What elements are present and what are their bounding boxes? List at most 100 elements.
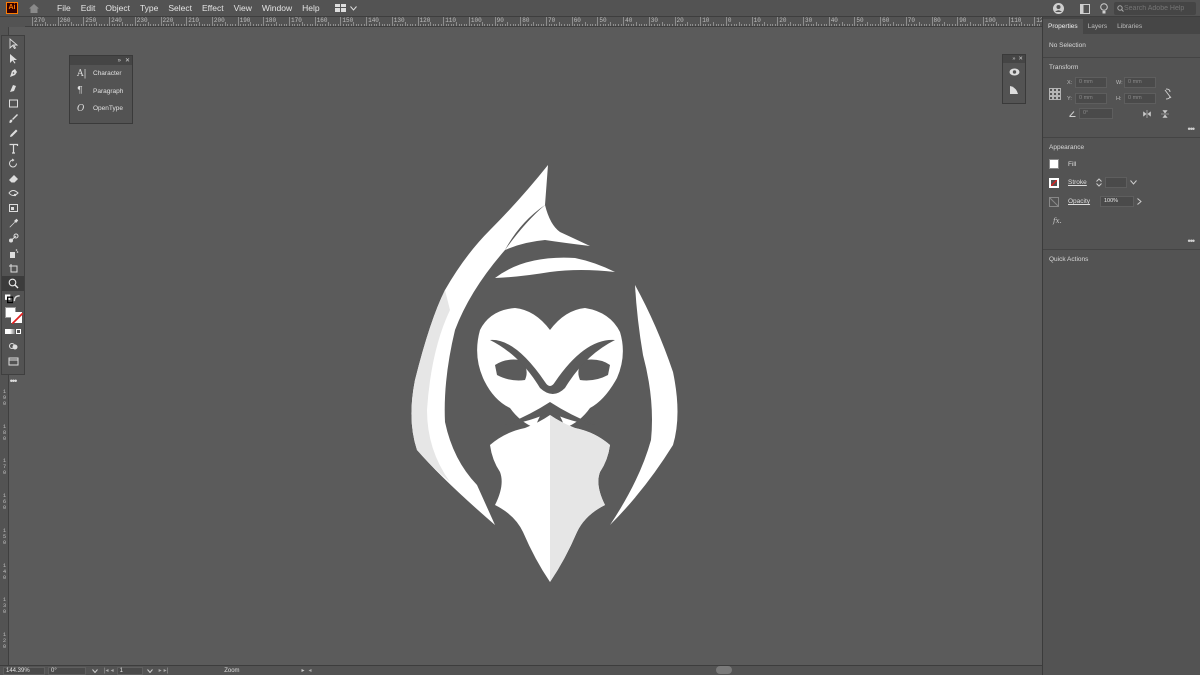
gradient-panel-button[interactable]	[1003, 81, 1025, 99]
reference-point-icon[interactable]	[1049, 87, 1061, 100]
ruler-tick	[327, 22, 329, 26]
status-menu-icon[interactable]: ▸	[302, 667, 305, 674]
scroll-thumb[interactable]	[716, 666, 732, 674]
default-colors-swap[interactable]	[2, 291, 24, 306]
angle-field[interactable]: 0°	[1079, 108, 1113, 119]
menu-effect[interactable]: Effect	[197, 0, 229, 17]
curvature-tool[interactable]	[2, 81, 24, 96]
tab-libraries[interactable]: Libraries	[1112, 19, 1147, 34]
character-panel-button[interactable]: A| Character	[70, 65, 132, 83]
stroke-weight-stepper-icon[interactable]	[1096, 178, 1102, 187]
chevron-down-icon[interactable]	[92, 668, 98, 673]
prev-artboard-icon[interactable]: ◂	[111, 667, 114, 674]
draw-mode[interactable]	[2, 339, 24, 354]
collapse-icon[interactable]: »	[1012, 56, 1015, 62]
stroke-swatch[interactable]	[1049, 177, 1059, 188]
image-trace-button[interactable]	[1003, 63, 1025, 81]
account-icon[interactable]	[1053, 3, 1064, 14]
chevron-down-icon[interactable]	[146, 668, 153, 673]
last-artboard-icon[interactable]: ▸|	[164, 667, 169, 674]
color-mode-buttons[interactable]	[2, 324, 24, 339]
blend-tool[interactable]	[2, 231, 24, 246]
panel-header[interactable]: » ✕	[70, 56, 132, 65]
panels-icon[interactable]	[1080, 3, 1090, 14]
ruler-tick	[386, 24, 388, 26]
direct-selection-tool[interactable]	[2, 51, 24, 66]
menu-window[interactable]: Window	[257, 0, 297, 17]
panel-header[interactable]: » ✕	[1003, 55, 1025, 63]
zoom-field[interactable]: 144.39%	[3, 666, 45, 675]
ruler-tick-label: 80	[522, 17, 530, 24]
tab-layers[interactable]: Layers	[1083, 19, 1113, 34]
tab-properties[interactable]: Properties	[1043, 19, 1083, 34]
rotate-tool[interactable]	[2, 156, 24, 171]
fill-stroke-swatches[interactable]	[2, 306, 24, 324]
menu-file[interactable]: File	[52, 0, 76, 17]
search-box[interactable]	[1114, 2, 1196, 15]
gradient-mode-icon[interactable]	[10, 329, 16, 334]
puppet-warp-tool[interactable]	[2, 186, 24, 201]
next-artboard-icon[interactable]: ▸	[159, 667, 162, 674]
flip-vertical-icon[interactable]	[1161, 109, 1169, 118]
zoom-tool[interactable]	[2, 276, 24, 291]
close-icon[interactable]: ✕	[125, 57, 130, 64]
menu-help[interactable]: Help	[297, 0, 324, 17]
menu-edit[interactable]: Edit	[76, 0, 101, 17]
flip-horizontal-icon[interactable]	[1143, 109, 1151, 118]
artboard-field[interactable]: 1	[116, 666, 143, 675]
w-field[interactable]: 0 mm	[1124, 77, 1156, 88]
opentype-panel-button[interactable]: O OpenType	[70, 100, 132, 118]
fill-swatch[interactable]	[1049, 159, 1059, 169]
none-mode-icon[interactable]	[15, 329, 21, 334]
scroll-left-icon[interactable]: ◂	[309, 667, 312, 674]
stroke-weight-field[interactable]	[1105, 177, 1127, 188]
home-icon[interactable]	[26, 0, 42, 16]
ruler-tick	[283, 24, 285, 26]
hooded-wizard-artwork[interactable]	[405, 160, 685, 590]
eraser-tool[interactable]	[2, 171, 24, 186]
fx-button[interactable]: fx.	[1053, 217, 1062, 225]
horizontal-scrollbar[interactable]	[320, 666, 1040, 674]
menu-view[interactable]: View	[229, 0, 257, 17]
stroke-swatch[interactable]	[11, 312, 23, 324]
stroke-label[interactable]: Stroke	[1068, 179, 1096, 186]
color-mode-icon[interactable]	[5, 329, 11, 334]
chevron-right-icon[interactable]	[1137, 198, 1142, 205]
collapse-icon[interactable]: »	[118, 58, 121, 64]
h-field[interactable]: 0 mm	[1124, 93, 1156, 104]
type-tool[interactable]	[2, 141, 24, 156]
rotation-field[interactable]: 0°	[48, 666, 86, 675]
ruler-tick	[507, 22, 509, 26]
screen-mode[interactable]	[2, 354, 24, 369]
workspace-switcher[interactable]	[334, 4, 357, 12]
artboard-tool[interactable]	[2, 261, 24, 276]
y-field[interactable]: 0 mm	[1075, 93, 1107, 104]
more-options-button[interactable]: •••	[1188, 236, 1196, 246]
eyedropper-tool[interactable]	[2, 216, 24, 231]
chevron-down-icon[interactable]	[1130, 180, 1137, 185]
search-input[interactable]	[1124, 5, 1194, 12]
symbol-sprayer-tool[interactable]	[2, 246, 24, 261]
edit-toolbar-button[interactable]: •••	[2, 373, 24, 388]
horizontal-ruler[interactable]: 270 260 250 240 230 220 210 200 190 180 170 160 150 1…	[25, 17, 1042, 27]
menu-type[interactable]: Type	[135, 0, 163, 17]
x-field[interactable]: 0 mm	[1075, 77, 1107, 88]
more-options-button[interactable]: •••	[1188, 124, 1196, 134]
selection-tool[interactable]	[2, 36, 24, 51]
pen-tool[interactable]	[2, 66, 24, 81]
paintbrush-tool[interactable]	[2, 111, 24, 126]
free-transform-tool[interactable]	[2, 201, 24, 216]
constrain-link-icon[interactable]	[1164, 88, 1172, 100]
rectangle-tool[interactable]	[2, 96, 24, 111]
menu-select[interactable]: Select	[163, 0, 197, 17]
close-icon[interactable]: ✕	[1018, 56, 1023, 62]
opacity-field[interactable]: 100%	[1100, 196, 1134, 207]
shaper-tool[interactable]	[2, 126, 24, 141]
opacity-label[interactable]: Opacity	[1068, 198, 1100, 205]
first-artboard-icon[interactable]: |◂	[104, 667, 109, 674]
ruler-corner[interactable]	[0, 17, 25, 27]
lightbulb-icon[interactable]	[1100, 3, 1108, 14]
menu-object[interactable]: Object	[100, 0, 135, 17]
paragraph-panel-button[interactable]: ¶ Paragraph	[70, 83, 132, 101]
ruler-tick	[810, 24, 812, 26]
